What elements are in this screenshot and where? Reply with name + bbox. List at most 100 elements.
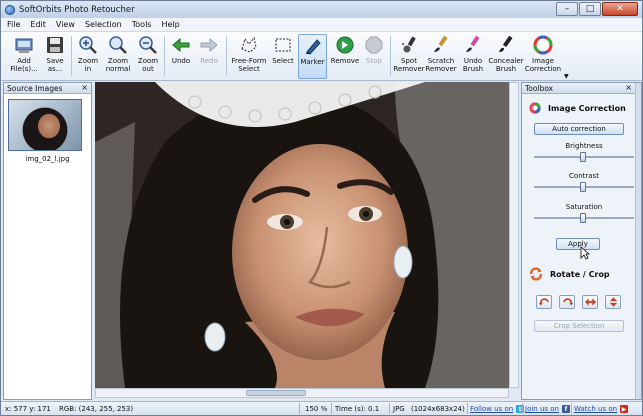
save-as-button[interactable]: Save as... (41, 34, 69, 79)
zoom-in-button[interactable]: Zoom in (75, 34, 101, 79)
status-bar: x: 577 y: 171 RGB: (243, 255, 253) 150 %… (1, 401, 642, 415)
flip-horizontal-icon (584, 298, 596, 306)
thumbnail-filename: img_02_l.jpg (25, 155, 70, 163)
spot-remover-button[interactable]: Spot Remover (393, 34, 425, 79)
redo-button[interactable]: Redo (196, 34, 222, 79)
save-icon (44, 34, 66, 56)
brightness-slider[interactable] (534, 152, 634, 162)
brightness-label: Brightness (565, 142, 603, 150)
zoom-normal-icon (107, 34, 129, 56)
flip-horizontal-button[interactable] (582, 295, 598, 309)
undo-arrow-icon (170, 34, 192, 56)
remove-go-icon (334, 34, 356, 56)
undo-button[interactable]: Undo (168, 34, 194, 79)
undo-brush-button[interactable]: Undo Brush (459, 34, 487, 79)
spot-brush-icon (398, 34, 420, 56)
rotate-right-button[interactable] (559, 295, 575, 309)
marker-pen-icon (302, 35, 324, 57)
mouse-cursor-icon (580, 246, 590, 260)
scroll-thumb[interactable] (246, 390, 306, 396)
maximize-button[interactable]: □ (579, 2, 601, 16)
zoom-level: 150 % (305, 405, 328, 413)
contrast-slider[interactable] (534, 182, 634, 192)
toolbar-overflow-icon[interactable]: ▼ (564, 73, 569, 80)
select-button[interactable]: Select (269, 34, 297, 79)
add-files-icon (13, 34, 35, 56)
menu-file[interactable]: File (7, 20, 20, 29)
menu-tools[interactable]: Tools (132, 20, 152, 29)
title-bar: SoftOrbits Photo Retoucher – □ ✕ (1, 1, 642, 18)
menu-selection[interactable]: Selection (85, 20, 122, 29)
zoom-normal-button[interactable]: Zoom normal (103, 34, 133, 79)
pixel-rgb-value: RGB: (243, 255, 253) (59, 405, 134, 413)
auto-correction-button[interactable]: Auto correction (534, 123, 624, 135)
window-title: SoftOrbits Photo Retoucher (19, 4, 135, 15)
cursor-coordinates: x: 577 y: 171 (5, 405, 51, 413)
remove-button[interactable]: Remove (330, 34, 360, 79)
twitter-icon[interactable]: t (516, 405, 525, 413)
join-us-link[interactable]: Join us on f (525, 404, 570, 414)
menu-view[interactable]: View (56, 20, 75, 29)
color-wheel-icon (529, 102, 541, 114)
facebook-icon[interactable]: f (561, 405, 570, 413)
vertical-scrollbar[interactable] (509, 82, 519, 388)
saturation-slider[interactable] (534, 213, 634, 223)
close-panel-icon[interactable]: × (81, 83, 88, 92)
crop-selection-button[interactable]: Crop Selection (534, 320, 624, 332)
scratch-brush-icon (430, 34, 452, 56)
toolbar: Add File(s)... Save as... Zoom in Zoom n… (1, 32, 642, 81)
free-form-select-button[interactable]: Free-Form Select (230, 34, 268, 79)
toolbox-header: Toolbox × (522, 83, 635, 94)
image-dimensions: (1024x683x24) (411, 405, 465, 413)
edited-photo (95, 82, 519, 388)
menu-edit[interactable]: Edit (30, 20, 46, 29)
minimize-button[interactable]: – (556, 2, 578, 16)
toolbox-panel: Toolbox × Image Correction Auto correcti… (521, 82, 642, 400)
redo-arrow-icon (198, 34, 220, 56)
zoom-out-button[interactable]: Zoom out (135, 34, 161, 79)
concealer-brush-button[interactable]: Concealer Brush (488, 34, 524, 79)
rotate-right-icon (562, 298, 573, 306)
flip-vertical-icon (609, 297, 617, 307)
image-canvas[interactable] (95, 82, 519, 388)
rotate-left-icon (538, 298, 549, 306)
contrast-label: Contrast (569, 172, 599, 180)
processing-time: Time (s): 0.1 (335, 405, 380, 413)
contrast-knob[interactable] (580, 182, 586, 192)
saturation-label: Saturation (565, 203, 603, 211)
add-files-button[interactable]: Add File(s)... (9, 34, 39, 79)
menu-help[interactable]: Help (161, 20, 179, 29)
undo-brush-icon (462, 34, 484, 56)
image-thumbnail[interactable] (8, 99, 82, 151)
close-button[interactable]: ✕ (602, 2, 638, 16)
marker-button[interactable]: Marker (298, 34, 327, 79)
stop-button[interactable]: Stop (362, 34, 386, 79)
lasso-select-icon (238, 34, 260, 56)
youtube-icon[interactable]: ▶ (620, 405, 629, 413)
rectangle-select-icon (272, 34, 294, 56)
brightness-knob[interactable] (580, 152, 586, 162)
rotate-arrows-icon (529, 267, 543, 281)
close-toolbox-icon[interactable]: × (625, 83, 632, 92)
rotate-crop-section: Rotate / Crop (528, 266, 610, 282)
menu-bar: File Edit View Selection Tools Help (1, 18, 642, 32)
image-correction-button[interactable]: Image Correction (525, 34, 561, 79)
zoom-out-icon (137, 34, 159, 56)
toolbox-scroll-strip (635, 83, 641, 399)
image-correction-section: Image Correction (528, 101, 626, 115)
zoom-in-icon (77, 34, 99, 56)
watch-us-link[interactable]: Watch us on ▶ (574, 404, 629, 414)
flip-vertical-button[interactable] (605, 295, 621, 309)
image-format: JPG (393, 405, 405, 413)
horizontal-scrollbar[interactable] (95, 388, 509, 398)
saturation-knob[interactable] (580, 213, 586, 223)
stop-sign-icon (363, 34, 385, 56)
follow-us-link[interactable]: Follow us on t (470, 404, 525, 414)
app-window: SoftOrbits Photo Retoucher – □ ✕ File Ed… (0, 0, 643, 416)
apply-button[interactable]: Apply (556, 238, 600, 250)
scratch-remover-button[interactable]: Scratch Remover (425, 34, 457, 79)
source-images-header: Source Images × (4, 83, 91, 94)
concealer-brush-icon (495, 34, 517, 56)
app-logo-icon (5, 4, 15, 15)
rotate-left-button[interactable] (536, 295, 552, 309)
